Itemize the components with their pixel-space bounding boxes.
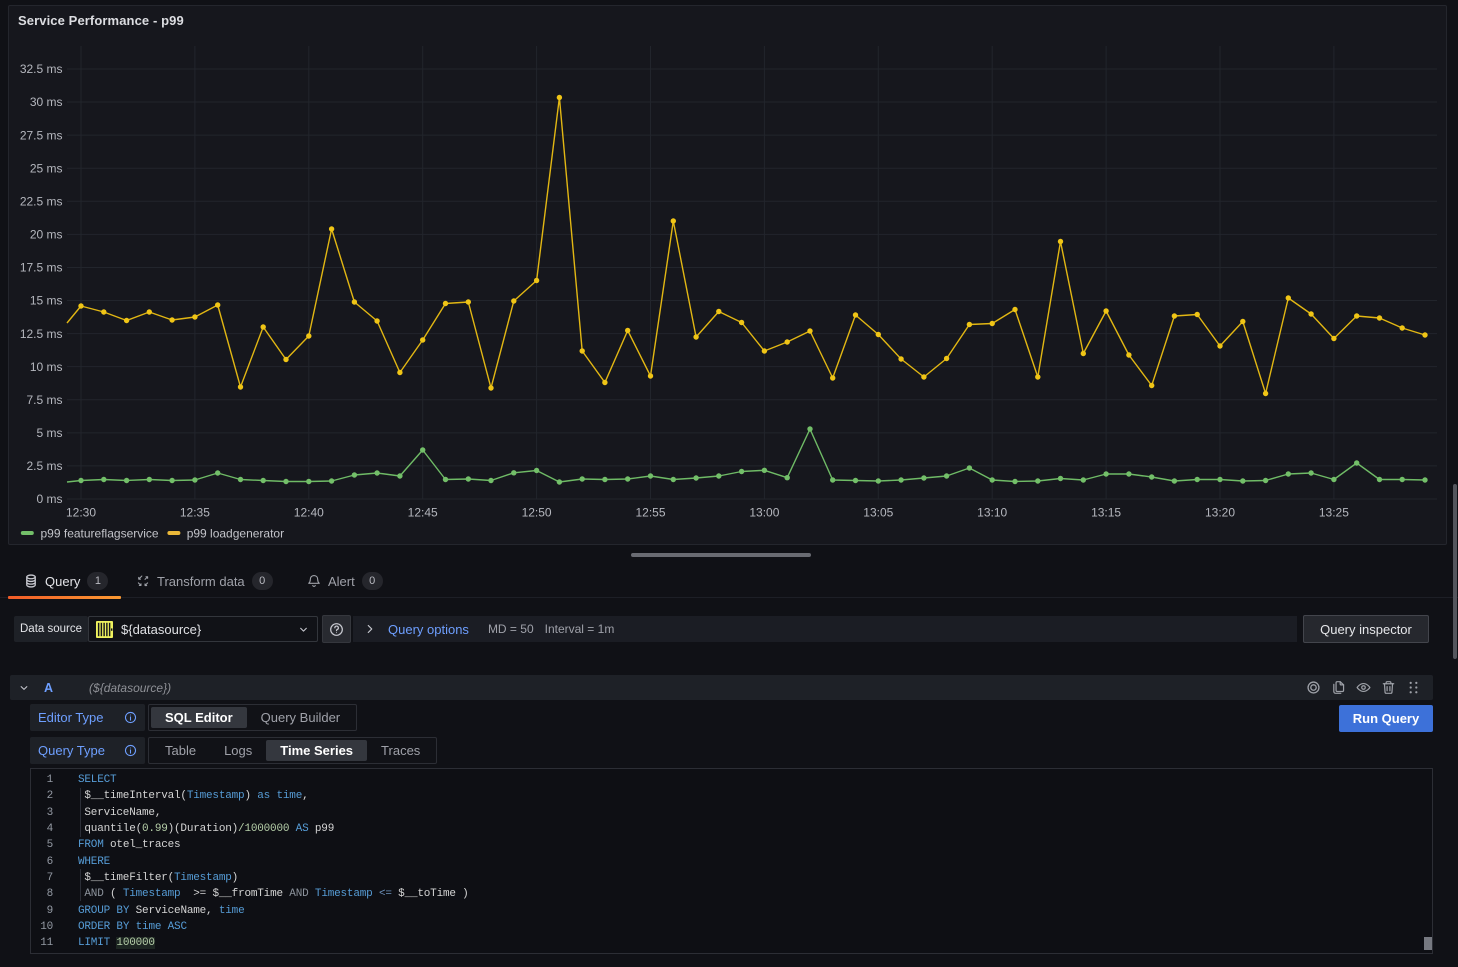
svg-text:p99 loadgenerator: p99 loadgenerator — [187, 527, 284, 541]
svg-text:13:00: 13:00 — [749, 506, 779, 520]
svg-text:12:50: 12:50 — [522, 506, 552, 520]
svg-text:0 ms: 0 ms — [36, 492, 62, 506]
svg-text:25 ms: 25 ms — [30, 161, 63, 175]
svg-text:13:20: 13:20 — [1205, 506, 1235, 520]
svg-text:27.5 ms: 27.5 ms — [20, 128, 63, 142]
svg-text:12:40: 12:40 — [294, 506, 324, 520]
svg-text:p99 featureflagservice: p99 featureflagservice — [41, 527, 159, 541]
svg-text:13:10: 13:10 — [977, 506, 1007, 520]
svg-text:5 ms: 5 ms — [36, 426, 62, 440]
svg-text:12:45: 12:45 — [408, 506, 438, 520]
svg-text:30 ms: 30 ms — [30, 95, 63, 109]
svg-text:32.5 ms: 32.5 ms — [20, 62, 63, 76]
svg-text:13:05: 13:05 — [863, 506, 893, 520]
svg-text:7.5 ms: 7.5 ms — [26, 393, 62, 407]
svg-text:12:30: 12:30 — [66, 506, 96, 520]
svg-text:13:25: 13:25 — [1319, 506, 1349, 520]
svg-text:15 ms: 15 ms — [30, 294, 63, 308]
svg-text:2.5 ms: 2.5 ms — [26, 459, 62, 473]
svg-text:13:15: 13:15 — [1091, 506, 1121, 520]
svg-text:12.5 ms: 12.5 ms — [20, 327, 63, 341]
svg-text:17.5 ms: 17.5 ms — [20, 261, 63, 275]
svg-text:12:35: 12:35 — [180, 506, 210, 520]
svg-text:12:55: 12:55 — [635, 506, 665, 520]
svg-text:22.5 ms: 22.5 ms — [20, 194, 63, 208]
svg-text:20 ms: 20 ms — [30, 228, 63, 242]
svg-text:10 ms: 10 ms — [30, 360, 63, 374]
